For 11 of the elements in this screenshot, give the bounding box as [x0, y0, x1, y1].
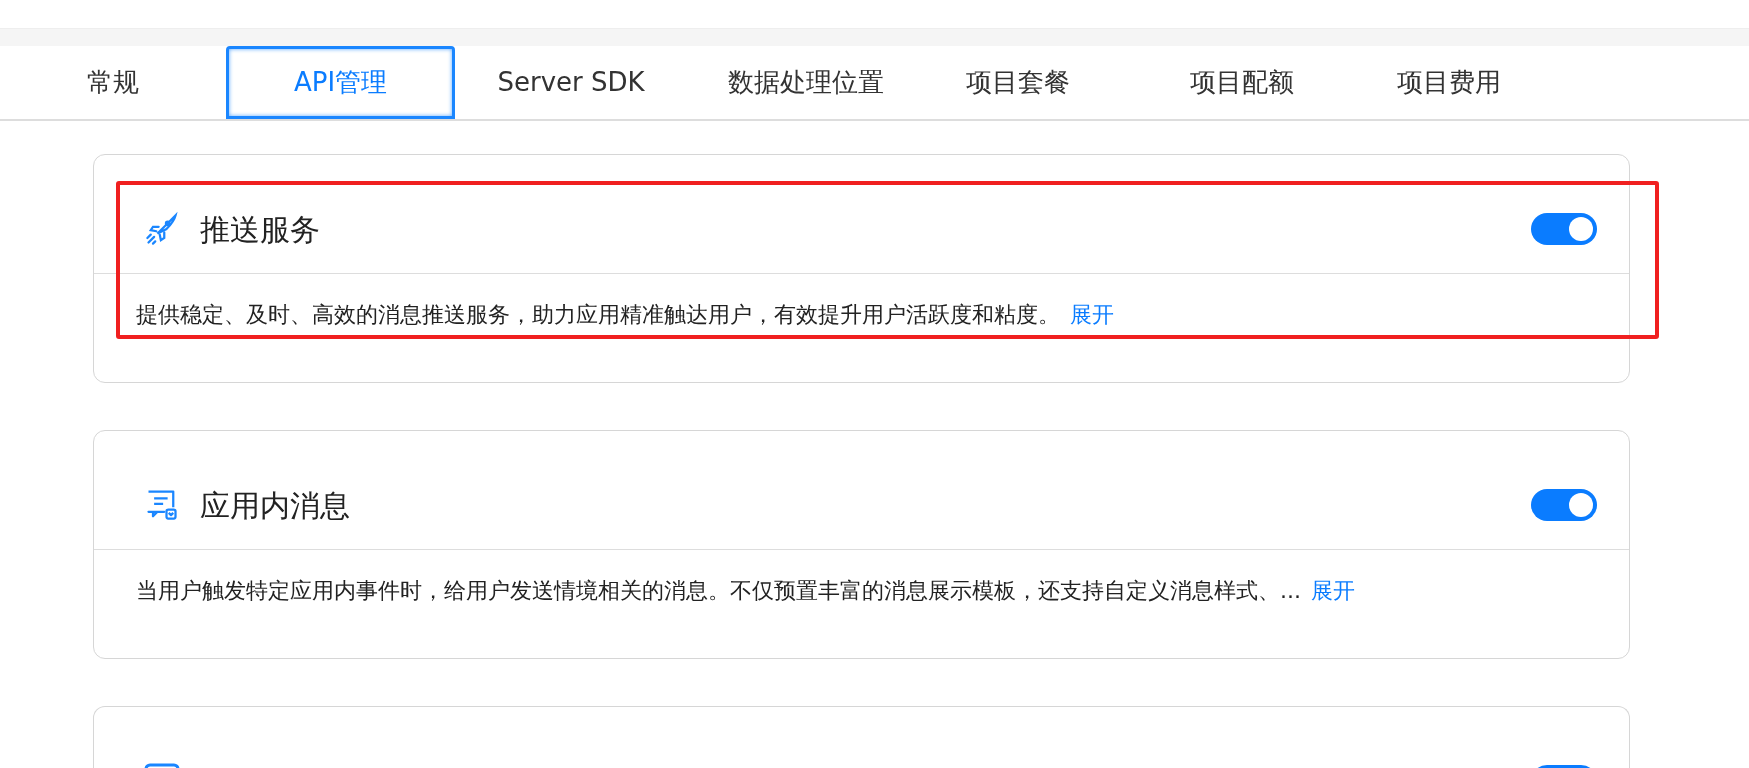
- card-title: 应用内消息: [200, 486, 351, 525]
- card-description: 当用户触发特定应用内事件时，给用户发送情境相关的消息。不仅预置丰富的消息展示模板，还支持自定义消息样式、... 展开: [135, 577, 1356, 605]
- toggle-switch[interactable]: [1531, 489, 1597, 521]
- tab[interactable]: API管理: [226, 46, 455, 119]
- message-icon: [144, 487, 180, 523]
- toggle-switch[interactable]: [1531, 213, 1597, 245]
- card-title: 推送服务: [200, 210, 321, 249]
- rocket-icon: [144, 211, 180, 247]
- card-description: 提供稳定、及时、高效的消息推送服务，助力应用精准触达用户，有效提升用户活跃度和粘度。 展开: [135, 301, 1115, 329]
- expand-link[interactable]: 展开: [1070, 302, 1114, 327]
- expand-link[interactable]: 展开: [1311, 578, 1355, 603]
